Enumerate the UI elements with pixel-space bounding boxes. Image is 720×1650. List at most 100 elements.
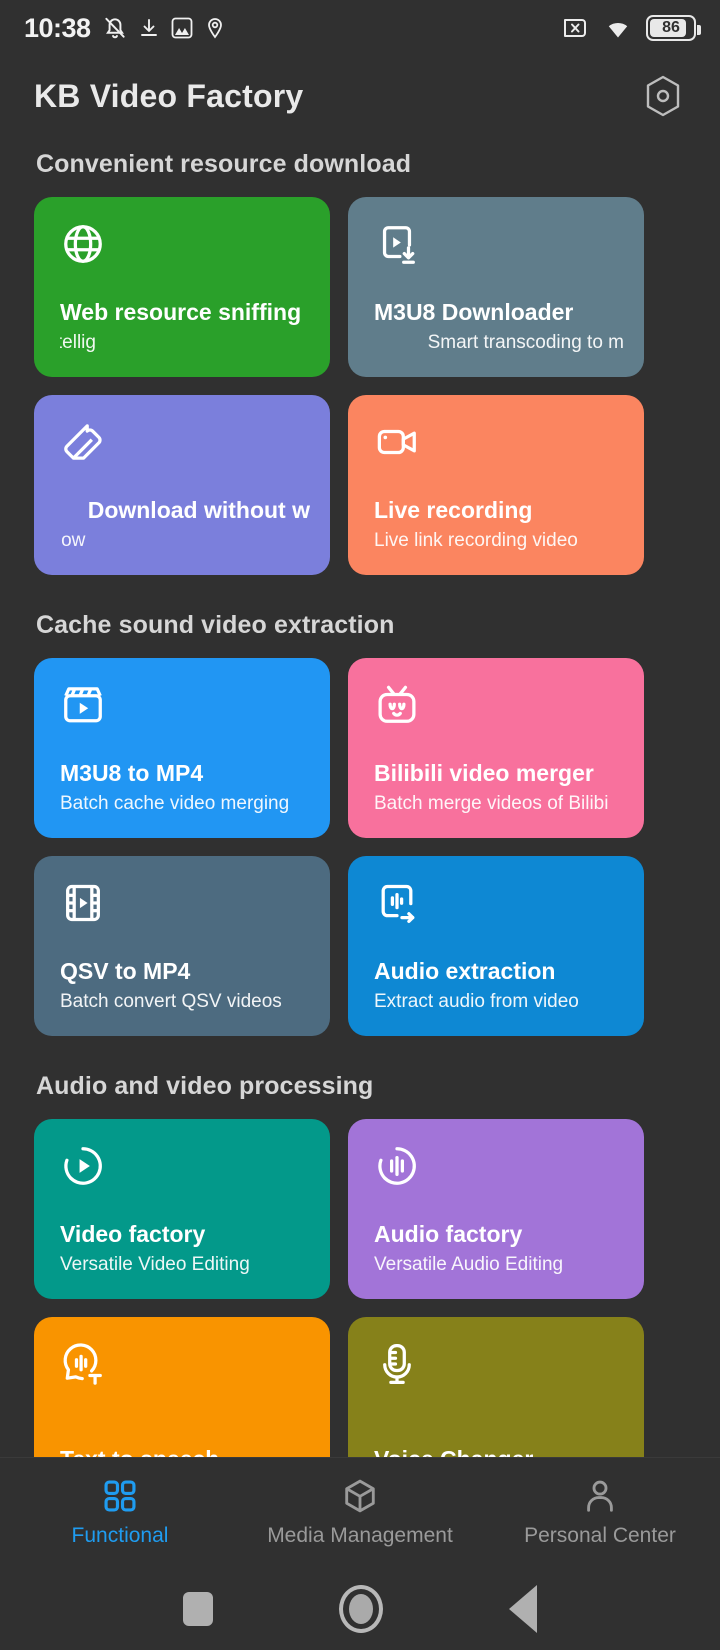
person-icon: [587, 1480, 613, 1512]
card-texts: QSV to MP4 Batch convert QSV videos: [60, 957, 308, 1016]
card-title: Voice Changer: [374, 1445, 622, 1457]
tab-media-management[interactable]: Media Management: [240, 1477, 480, 1548]
card-subtitle: Batch merge videos of Bilibi: [374, 793, 609, 815]
card-title: Web resource sniffing: [60, 298, 302, 325]
card-texts: Live recording Live link recording video: [374, 496, 622, 555]
card-title: M3U8 to MP4: [60, 759, 204, 786]
card-title: Text to speech: [60, 1445, 308, 1457]
video-download-icon: [382, 226, 415, 264]
film-play-icon: [66, 884, 100, 922]
battery-percent: 86: [662, 19, 680, 36]
card-texts: M3U8 to MP4 Batch cache video merging: [60, 759, 308, 818]
card-icon-wrap: [60, 682, 308, 734]
card-audio-factory[interactable]: Audio factory Versatile Audio Editing: [348, 1119, 644, 1299]
card-title: QSV to MP4: [60, 957, 191, 984]
card-web-resource-sniffing[interactable]: Web resource sniffing n web pages Intell…: [34, 197, 330, 377]
status-bar-right: 86: [562, 15, 701, 41]
android-system-nav: [0, 1567, 720, 1650]
app-glyph-icon: [171, 17, 192, 39]
status-bar: 10:38 86: [0, 0, 720, 56]
wifi-icon: [608, 22, 628, 38]
card-title: Audio extraction: [374, 957, 556, 984]
card-subtitle-marquee: rk Short video dow: [60, 527, 310, 555]
card-icon-wrap: [374, 1143, 622, 1195]
card-texts: Download without w rk Short video dow: [60, 496, 310, 555]
card-icon-wrap: [374, 221, 622, 273]
bilibili-tv-icon: [378, 685, 416, 723]
card-qsv-to-mp4[interactable]: QSV to MP4 Batch convert QSV videos: [34, 856, 330, 1036]
card-texts: Text to speech: [60, 1445, 308, 1457]
card-bilibili-video-merger[interactable]: Bilibili video merger Batch merge videos…: [348, 658, 644, 838]
eraser-icon: [64, 424, 102, 460]
tab-label: Media Management: [267, 1524, 453, 1547]
home-circle-button[interactable]: [339, 1584, 383, 1633]
card-title: Video factory: [60, 1220, 206, 1247]
card-icon-wrap: [60, 419, 308, 471]
card-subtitle-marquee: n web pages Intellig: [60, 329, 310, 357]
back-triangle-button[interactable]: [509, 1584, 537, 1633]
card-texts: Audio extraction Extract audio from vide…: [374, 957, 622, 1016]
section-grid-processing: Video factory Versatile Video Editing Au…: [34, 1119, 686, 1457]
card-video-factory[interactable]: Video factory Versatile Video Editing: [34, 1119, 330, 1299]
section-grid-cache: M3U8 to MP4 Batch cache video merging Bi…: [34, 658, 686, 1036]
feature-list[interactable]: Convenient resource download Web resourc…: [0, 136, 720, 1457]
card-icon-wrap: [374, 682, 622, 734]
grid-squares-icon: [104, 1480, 136, 1512]
download-icon: [140, 19, 157, 36]
card-icon-wrap: [60, 1143, 308, 1195]
card-audio-extraction[interactable]: Audio extraction Extract audio from vide…: [348, 856, 644, 1036]
clapperboard-play-icon: [64, 687, 102, 723]
card-title: Live recording: [374, 496, 533, 523]
card-subtitle: Smart transcoding to m: [427, 332, 624, 354]
home-inner-dot: [349, 1593, 373, 1624]
tab-label: Personal Center: [524, 1524, 676, 1547]
hexagon-settings-icon: [646, 75, 680, 117]
globe-icon: [64, 225, 102, 263]
card-m3u8-to-mp4[interactable]: M3U8 to MP4 Batch cache video merging: [34, 658, 330, 838]
card-texts: M3U8 Downloader Smart transcoding to m: [374, 298, 624, 357]
card-texts: Voice Changer: [374, 1445, 622, 1457]
tab-label: Functional: [71, 1524, 169, 1547]
card-icon-wrap: [60, 221, 308, 273]
card-title: Audio factory: [374, 1220, 523, 1247]
play-circle-icon: [64, 1147, 102, 1185]
card-title: Bilibili video merger: [374, 759, 594, 786]
recents-square-button[interactable]: [183, 1591, 213, 1626]
tab-personal-center[interactable]: Personal Center: [480, 1477, 720, 1548]
card-subtitle: rk Short video dow: [60, 530, 86, 552]
cube-icon: [345, 1479, 375, 1513]
speech-text-icon: [63, 1343, 102, 1385]
card-text-to-speech[interactable]: Text to speech: [34, 1317, 330, 1457]
section-grid-download: Web resource sniffing n web pages Intell…: [34, 197, 686, 575]
sim-card-off-icon: [564, 19, 586, 37]
card-texts: Bilibili video merger Batch merge videos…: [374, 759, 622, 818]
microphone-icon: [383, 1343, 411, 1385]
settings-button[interactable]: [640, 73, 686, 119]
card-icon-wrap: [374, 880, 622, 932]
audio-extract-icon: [381, 884, 415, 924]
card-voice-changer[interactable]: Voice Changer: [348, 1317, 644, 1457]
card-subtitle: n web pages Intellig: [60, 332, 96, 354]
card-live-recording[interactable]: Live recording Live link recording video: [348, 395, 644, 575]
status-bar-clock: 10:38: [24, 12, 91, 43]
card-icon-wrap: [60, 1341, 308, 1393]
card-icon-wrap: [60, 880, 308, 932]
card-title: M3U8 Downloader: [374, 298, 574, 325]
card-subtitle: Versatile Audio Editing: [374, 1254, 564, 1276]
tab-functional[interactable]: Functional: [0, 1477, 240, 1548]
card-icon-wrap: [374, 1341, 622, 1393]
card-subtitle: Extract audio from video: [374, 991, 579, 1013]
card-texts: Web resource sniffing n web pages Intell…: [60, 298, 308, 357]
section-title-processing: Audio and video processing: [36, 1072, 374, 1100]
bottom-tab-bar: Functional Media Management Personal Cen…: [0, 1457, 720, 1567]
card-title: Download without w: [87, 496, 310, 523]
card-m3u8-downloader[interactable]: M3U8 Downloader Smart transcoding to m: [348, 197, 644, 377]
card-subtitle: Batch cache video merging: [60, 793, 290, 815]
card-subtitle: Live link recording video: [374, 530, 578, 552]
mute-bell-icon: [104, 17, 125, 39]
card-texts: Video factory Versatile Video Editing: [60, 1220, 308, 1279]
card-title-marquee: Download without w: [60, 496, 310, 525]
card-download-without-watermark[interactable]: Download without w rk Short video dow: [34, 395, 330, 575]
battery-indicator: 86: [646, 15, 701, 41]
app-header: KB Video Factory: [0, 56, 720, 136]
